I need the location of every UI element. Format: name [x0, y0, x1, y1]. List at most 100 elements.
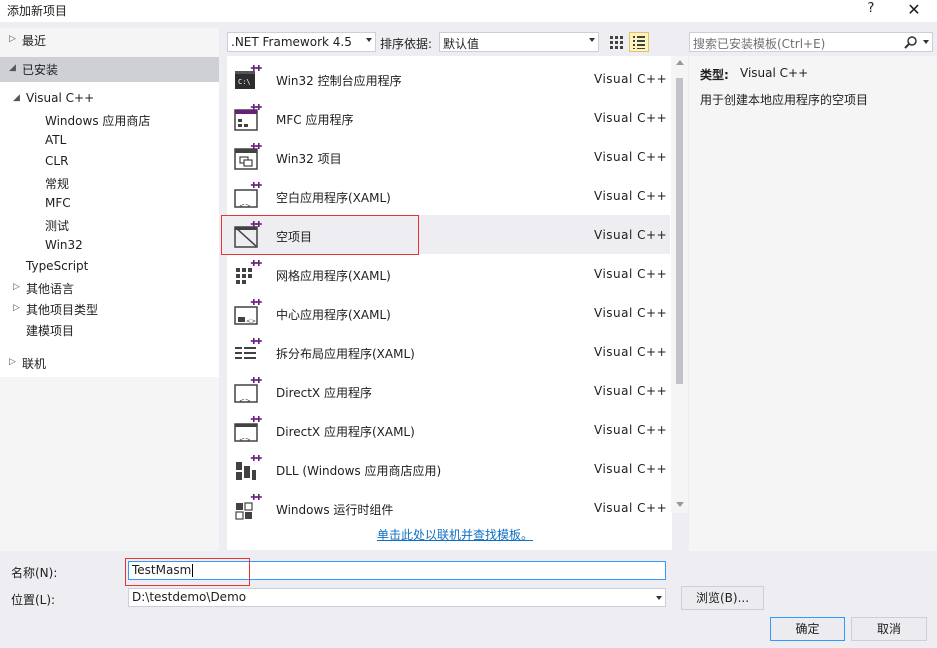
window-title: 添加新项目	[7, 4, 68, 18]
tree-item[interactable]: Win32	[0, 236, 219, 257]
expand-arrow-icon[interactable]: ▷	[9, 34, 16, 44]
template-row[interactable]: 空项目 Visual C++	[227, 215, 670, 254]
tree-item-label: Win32	[45, 238, 83, 252]
template-row[interactable]: 网格应用程序(XAML) Visual C++	[227, 254, 670, 293]
template-row[interactable]: <> 中心应用程序(XAML) Visual C++	[227, 293, 670, 332]
tree-item[interactable]: ◢ Visual C++	[0, 89, 219, 110]
tree-item-label: TypeScript	[26, 259, 89, 273]
location-label: 位置(L):	[11, 593, 56, 607]
tree-item-label: 测试	[45, 219, 70, 233]
template-row[interactable]: Win32 项目 Visual C++	[227, 137, 670, 176]
tree-installed[interactable]: ◢ 已安装	[0, 57, 219, 82]
template-tree: ▷ 最近 ◢ 已安装 ◢ Visual C++ Windows 应用商店 ATL CLR…	[0, 28, 219, 551]
tree-recent[interactable]: ▷ 最近	[0, 29, 219, 51]
template-name: Windows 运行时组件	[276, 503, 394, 517]
framework-dropdown[interactable]: .NET Framework 4.5	[227, 32, 376, 52]
info-type-value: Visual C++	[740, 66, 809, 80]
grid-view-icon	[610, 36, 623, 49]
tree-item[interactable]: 建模项目	[0, 320, 219, 341]
small-icons-view-button[interactable]	[606, 32, 626, 52]
installed-subtree: ◢ Visual C++ Windows 应用商店 ATL CLR 常规 MFC 测试 Win3…	[0, 82, 219, 377]
template-row[interactable]: Windows 运行时组件 Visual C++	[227, 488, 670, 527]
tree-item[interactable]: Windows 应用商店	[0, 110, 219, 131]
runtime-component-icon	[235, 494, 262, 520]
tree-item[interactable]: ATL	[0, 131, 219, 152]
chevron-down-icon	[589, 38, 595, 42]
tree-item[interactable]: TypeScript	[0, 257, 219, 278]
tree-item[interactable]: 测试	[0, 215, 219, 236]
help-button[interactable]: ?	[864, 1, 878, 16]
template-row[interactable]: <> DirectX 应用程序 Visual C++	[227, 371, 670, 410]
title-bar: 添加新项目 ? ✕	[0, 0, 937, 22]
hub-app-icon: <>	[234, 299, 262, 325]
tree-item[interactable]: CLR	[0, 152, 219, 173]
template-name: 空项目	[276, 230, 313, 244]
template-name: 空白应用程序(XAML)	[276, 191, 391, 205]
template-row[interactable]: 拆分布局应用程序(XAML) Visual C++	[227, 332, 670, 371]
expand-arrow-icon[interactable]: ▷	[13, 282, 20, 292]
tree-item[interactable]: 常规	[0, 173, 219, 194]
chevron-down-icon[interactable]	[656, 596, 662, 600]
expand-arrow-icon[interactable]: ▷	[13, 303, 20, 313]
template-list: C:\ Win32 控制台应用程序 Visual C++ MFC 应用程序 Visual…	[227, 56, 672, 550]
template-name: Win32 项目	[276, 152, 342, 166]
blank-app-icon: <>	[234, 182, 262, 210]
chevron-down-icon[interactable]	[923, 40, 929, 44]
directx-app-icon: <>	[234, 377, 262, 405]
expand-arrow-icon[interactable]: ▷	[9, 357, 16, 367]
template-row[interactable]: <> DirectX 应用程序(XAML) Visual C++	[227, 410, 670, 449]
sort-label: 排序依据:	[380, 37, 433, 51]
tree-item-label: Visual C++	[26, 91, 95, 105]
tree-item-label: 建模项目	[26, 324, 75, 338]
template-name: Win32 控制台应用程序	[276, 74, 402, 88]
template-name: MFC 应用程序	[276, 113, 354, 127]
scrollbar-thumb[interactable]	[676, 78, 683, 384]
template-row[interactable]: C:\ Win32 控制台应用程序 Visual C++	[227, 59, 670, 98]
tree-item[interactable]: ▷ 其他语言	[0, 278, 219, 299]
grid-app-icon	[236, 260, 262, 284]
template-search-box[interactable]: 搜索已安装模板(Ctrl+E)	[689, 32, 933, 52]
console-icon: C:\	[235, 65, 262, 89]
ok-button[interactable]: 确定	[770, 617, 845, 641]
template-name: DirectX 应用程序	[276, 386, 372, 400]
search-input[interactable]: 搜索已安装模板(Ctrl+E)	[693, 35, 825, 52]
template-info-panel	[689, 56, 937, 551]
sort-dropdown[interactable]: 默认值	[439, 32, 599, 52]
browse-button[interactable]: 浏览(B)...	[681, 586, 764, 610]
template-name: 中心应用程序(XAML)	[276, 308, 391, 322]
chevron-down-icon	[366, 38, 372, 42]
tree-item[interactable]: MFC	[0, 194, 219, 215]
tree-item-label: ATL	[45, 133, 67, 147]
text-caret	[192, 564, 194, 577]
tree-item[interactable]: ▷ 其他项目类型	[0, 299, 219, 320]
close-button[interactable]: ✕	[905, 0, 923, 19]
online-templates-link[interactable]: 单击此处以联机并查找模板。	[377, 526, 533, 543]
tree-online[interactable]: ▷ 联机	[0, 352, 219, 374]
svg-text:C:\: C:\	[238, 78, 251, 86]
name-field[interactable]: TestMasm	[128, 561, 666, 580]
template-language: Visual C++	[594, 150, 668, 164]
name-label: 名称(N):	[11, 566, 58, 580]
list-view-button[interactable]	[629, 32, 649, 52]
split-app-icon	[235, 338, 262, 359]
cancel-button[interactable]: 取消	[851, 617, 927, 641]
scroll-down-icon[interactable]	[676, 502, 684, 507]
template-language: Visual C++	[594, 111, 668, 125]
template-language: Visual C++	[594, 345, 668, 359]
template-list-scrollbar[interactable]	[671, 56, 688, 513]
scroll-up-icon[interactable]	[676, 60, 684, 65]
search-icon[interactable]	[904, 35, 918, 49]
tree-item-label: Windows 应用商店	[45, 114, 151, 128]
location-field[interactable]: D:\testdemo\Demo	[128, 588, 666, 607]
tree-item-label: 其他语言	[26, 282, 75, 296]
location-value: D:\testdemo\Demo	[132, 590, 247, 604]
collapse-arrow-icon[interactable]: ◢	[9, 63, 16, 73]
template-row[interactable]: MFC 应用程序 Visual C++	[227, 98, 670, 137]
win32-project-icon	[234, 143, 262, 170]
template-row[interactable]: <> 空白应用程序(XAML) Visual C++	[227, 176, 670, 215]
svg-text:<>: <>	[239, 202, 251, 210]
template-row[interactable]: DLL (Windows 应用商店应用) Visual C++	[227, 449, 670, 488]
name-value: TestMasm	[132, 563, 192, 577]
template-language: Visual C++	[594, 462, 668, 476]
collapse-arrow-icon[interactable]: ◢	[13, 93, 20, 103]
